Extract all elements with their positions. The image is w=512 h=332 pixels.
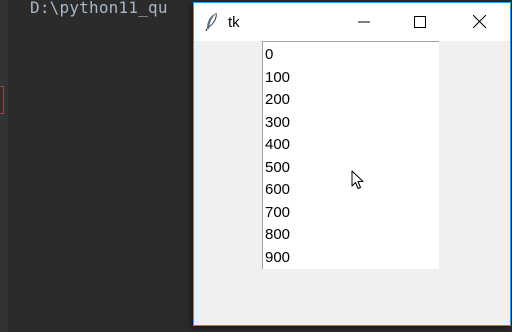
close-icon xyxy=(472,13,486,32)
list-item[interactable]: 600 xyxy=(264,179,290,202)
listbox-items: 0 100 200 300 400 500 600 700 800 900 xyxy=(264,44,290,269)
console-path-text: D:\python11_qu xyxy=(30,0,168,17)
list-item[interactable]: 900 xyxy=(264,247,290,270)
list-item[interactable]: 100 xyxy=(264,67,290,90)
listbox[interactable]: 0 100 200 300 400 500 600 700 800 900 xyxy=(262,41,439,269)
window-title: tk xyxy=(228,14,240,31)
list-item[interactable]: 200 xyxy=(264,89,290,112)
title-bar[interactable]: tk xyxy=(194,3,510,41)
gutter-marker xyxy=(0,86,4,114)
list-item[interactable]: 800 xyxy=(264,224,290,247)
minimize-button[interactable] xyxy=(341,3,387,41)
minimize-icon xyxy=(358,13,370,32)
mouse-cursor-icon xyxy=(351,170,365,191)
list-item[interactable]: 500 xyxy=(264,157,290,180)
editor-gutter xyxy=(0,0,8,332)
tk-window: tk 0 100 200 300 400 500 600 700 800 900 xyxy=(193,2,511,326)
feather-icon xyxy=(204,12,220,32)
list-item[interactable]: 300 xyxy=(264,112,290,135)
list-item[interactable]: 700 xyxy=(264,202,290,225)
list-item[interactable]: 0 xyxy=(264,44,290,67)
maximize-button[interactable] xyxy=(397,3,443,41)
list-item[interactable]: 400 xyxy=(264,134,290,157)
maximize-icon xyxy=(414,13,426,32)
close-button[interactable] xyxy=(456,3,502,41)
